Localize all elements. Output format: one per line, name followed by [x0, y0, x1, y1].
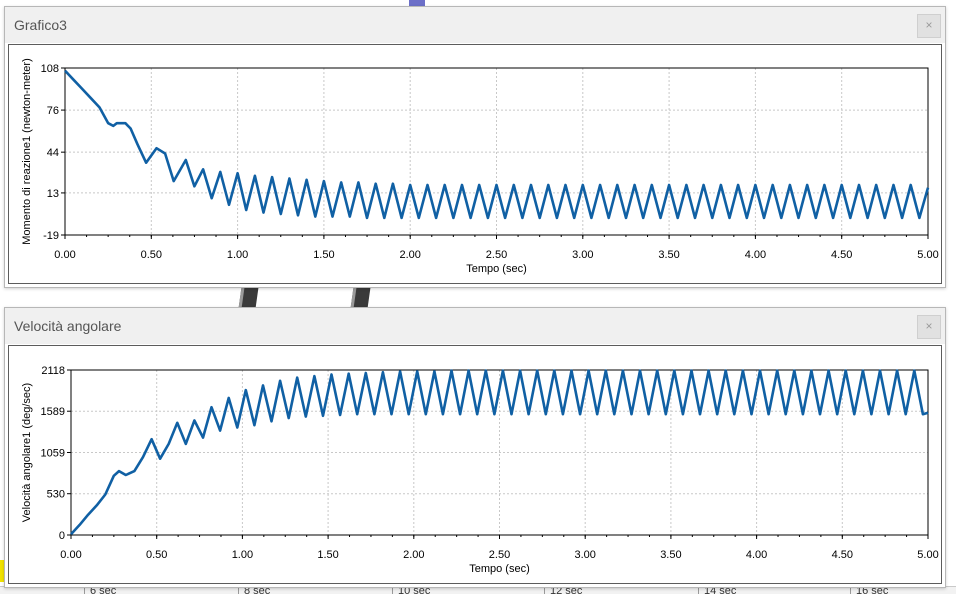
y-tick-label: 530	[47, 489, 65, 501]
window-titlebar[interactable]: Grafico3 ×	[5, 7, 945, 43]
x-tick-label: 4.00	[745, 249, 766, 261]
background-model-leg-left	[238, 287, 259, 309]
x-tick-label: 1.00	[232, 549, 253, 561]
x-tick-label: 1.50	[317, 549, 338, 561]
window-title: Velocità angolare	[14, 318, 122, 334]
x-tick-label: 0.00	[54, 249, 75, 261]
x-tick-label: 2.50	[486, 249, 507, 261]
chart-window-angular-velocity: Velocità angolare × 0.00 0.50 1.00 1.50 2.00…	[4, 307, 946, 588]
y-axis-label: Velocità angolare1 (deg/sec)	[21, 383, 33, 522]
y-tick-label: 0	[59, 530, 65, 542]
x-tick-label: 5.00	[917, 549, 938, 561]
x-tick-label: 0.50	[141, 249, 162, 261]
timeline-label: 16 sec	[856, 585, 889, 597]
x-tick-label: 2.50	[489, 549, 510, 561]
timeline-label: 10 sec	[398, 585, 431, 597]
background-model-leg-right	[350, 287, 371, 309]
reaction-moment-chart: 0.00 0.50 1.00 1.50 2.00 2.50 3.00 3.50 4.00 4.50…	[21, 58, 939, 275]
x-tick-label: 5.00	[917, 249, 938, 261]
y-tick-label: 13	[47, 188, 59, 200]
timeline-label: 12 sec	[550, 585, 583, 597]
y-tick-label: 76	[47, 105, 59, 117]
y-axis-label: Momento di reazione1 (newton-meter)	[21, 58, 33, 244]
x-tick-label: 0.00	[60, 549, 81, 561]
x-tick-label: 3.00	[572, 249, 593, 261]
chart-area: 0.00 0.50 1.00 1.50 2.00 2.50 3.00 3.50 4.00 4.50…	[8, 345, 942, 584]
window-titlebar[interactable]: Velocità angolare ×	[5, 308, 945, 344]
close-button[interactable]: ×	[917, 14, 941, 38]
x-tick-label: 3.50	[660, 549, 681, 561]
timeline-label: 8 sec	[244, 585, 271, 597]
y-tick-label: 1059	[41, 448, 65, 460]
x-tick-label: 0.50	[146, 549, 167, 561]
window-title: Grafico3	[14, 17, 67, 33]
chart-window-reaction-moment: Grafico3 × 0.00 0.50 1.00 1.50 2.00 2.50 3.00 3…	[4, 6, 946, 288]
y-tick-label: -19	[43, 230, 59, 242]
x-tick-label: 1.00	[227, 249, 248, 261]
timeline-label: 6 sec	[90, 585, 117, 597]
y-tick-label: 1589	[41, 406, 65, 418]
chart-area: 0.00 0.50 1.00 1.50 2.00 2.50 3.00 3.50 4.00 4.50…	[8, 44, 942, 284]
x-axis-label: Tempo (sec)	[469, 563, 530, 575]
x-tick-label: 2.00	[403, 549, 424, 561]
angular-velocity-chart: 0.00 0.50 1.00 1.50 2.00 2.50 3.00 3.50 4.00 4.50…	[21, 365, 939, 575]
x-tick-label: 3.50	[658, 249, 679, 261]
y-tick-label: 108	[41, 63, 59, 75]
x-tick-label: 2.00	[399, 249, 420, 261]
x-axis-label: Tempo (sec)	[466, 263, 527, 275]
x-tick-label: 4.00	[746, 549, 767, 561]
x-tick-label: 3.00	[574, 549, 595, 561]
y-tick-label: 44	[47, 147, 59, 159]
close-button[interactable]: ×	[917, 315, 941, 339]
y-tick-label: 2118	[41, 365, 65, 377]
timeline-label: 14 sec	[704, 585, 737, 597]
x-tick-label: 4.50	[832, 549, 853, 561]
x-tick-label: 1.50	[313, 249, 334, 261]
x-tick-label: 4.50	[831, 249, 852, 261]
